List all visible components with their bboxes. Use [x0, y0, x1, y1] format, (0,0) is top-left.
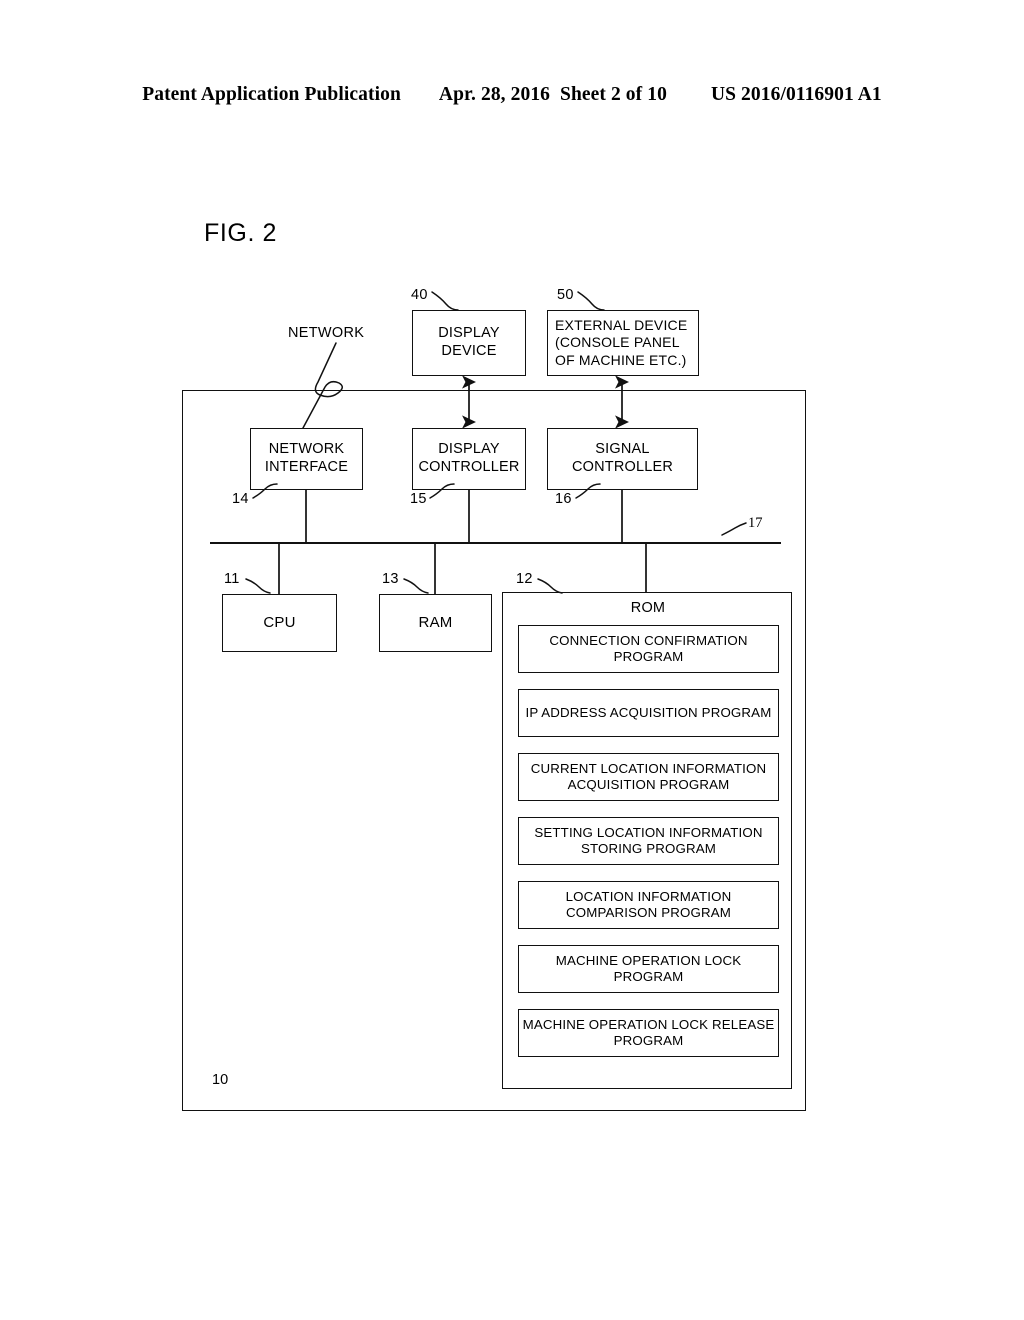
program-3-line1: SETTING LOCATION INFORMATION [534, 824, 763, 840]
external-device-line3: OF MACHINE ETC.) [555, 351, 687, 368]
network-interface-line1: NETWORK [268, 441, 345, 458]
page-header: Patent Application Publication Apr. 28, … [0, 84, 1024, 112]
display-controller-line1: DISPLAY [438, 441, 500, 458]
figure-title: FIG. 2 [204, 219, 278, 247]
ram-box: RAM [379, 594, 492, 652]
signal-controller-box: SIGNAL CONTROLLER [547, 428, 698, 490]
sheet-number: Sheet 2 of 10 [560, 84, 667, 105]
program-4-line2: COMPARISON PROGRAM [566, 905, 731, 920]
program-2-line2: ACQUISITION PROGRAM [567, 777, 730, 792]
network-label: NETWORK [288, 325, 365, 341]
display-controller-line2: CONTROLLER [418, 459, 520, 475]
cpu-box: CPU [222, 594, 337, 652]
ref-label-17: 17 [748, 515, 763, 531]
network-interface-box: NETWORK INTERFACE [250, 428, 363, 490]
network-interface-line2: INTERFACE [264, 459, 349, 475]
rom-label: ROM [630, 600, 666, 616]
ref-label-14: 14 [232, 491, 249, 507]
external-device-line2: (CONSOLE PANEL [555, 334, 680, 351]
ref-label-12: 12 [516, 571, 533, 587]
program-5-line1: MACHINE OPERATION LOCK [555, 952, 742, 968]
display-device-line2: DEVICE [441, 343, 497, 359]
program-0-line2: PROGRAM [613, 649, 684, 664]
program-1-line1: IP ADDRESS ACQUISITION [525, 704, 698, 720]
program-1-line2: PROGRAM [701, 704, 772, 720]
ref-label-16: 16 [555, 491, 572, 507]
program-box-machine-operation-lock: MACHINE OPERATION LOCK PROGRAM [518, 945, 779, 993]
ref-label-15: 15 [410, 491, 427, 507]
program-6-line1: MACHINE OPERATION LOCK [522, 1016, 709, 1032]
document-number: US 2016/0116901 A1 [710, 84, 882, 105]
program-box-current-location-acquisition: CURRENT LOCATION INFORMATION ACQUISITION… [518, 753, 779, 801]
ref-label-13: 13 [382, 571, 399, 587]
program-3-line2: STORING PROGRAM [581, 841, 716, 856]
publication-date: Apr. 28, 2016 [438, 84, 551, 105]
program-5-line2: PROGRAM [613, 969, 684, 984]
program-0-line1: CONNECTION CONFIRMATION [549, 632, 748, 648]
ref-label-11: 11 [224, 571, 240, 587]
signal-controller-line2: CONTROLLER [571, 459, 674, 475]
ram-label: RAM [418, 613, 453, 631]
ref-label-40: 40 [411, 287, 428, 303]
display-device-line1: DISPLAY [438, 325, 500, 342]
external-device-line1: EXTERNAL DEVICE [555, 317, 688, 334]
system-ref-label: 10 [212, 1072, 229, 1088]
display-device-box: DISPLAY DEVICE [412, 310, 526, 376]
display-controller-box: DISPLAY CONTROLLER [412, 428, 526, 490]
ref-label-50: 50 [557, 287, 574, 303]
program-box-ip-address-acquisition: IP ADDRESS ACQUISITION PROGRAM [518, 689, 779, 737]
leader-40 [431, 291, 459, 311]
rom-box: ROM CONNECTION CONFIRMATION PROGRAM IP A… [502, 592, 792, 1089]
program-box-setting-location-storing: SETTING LOCATION INFORMATION STORING PRO… [518, 817, 779, 865]
leader-50 [577, 291, 605, 311]
signal-controller-line1: SIGNAL [595, 441, 650, 458]
program-box-location-comparison: LOCATION INFORMATION COMPARISON PROGRAM [518, 881, 779, 929]
external-device-box: EXTERNAL DEVICE (CONSOLE PANEL OF MACHIN… [547, 310, 699, 376]
program-2-line1: CURRENT LOCATION INFORMATION [530, 760, 767, 776]
program-4-line1: LOCATION INFORMATION [565, 888, 732, 904]
program-box-machine-operation-lock-release: MACHINE OPERATION LOCK RELEASE PROGRAM [518, 1009, 779, 1057]
publication-label: Patent Application Publication [142, 84, 401, 105]
program-box-connection-confirmation: CONNECTION CONFIRMATION PROGRAM [518, 625, 779, 673]
cpu-label: CPU [263, 613, 296, 631]
